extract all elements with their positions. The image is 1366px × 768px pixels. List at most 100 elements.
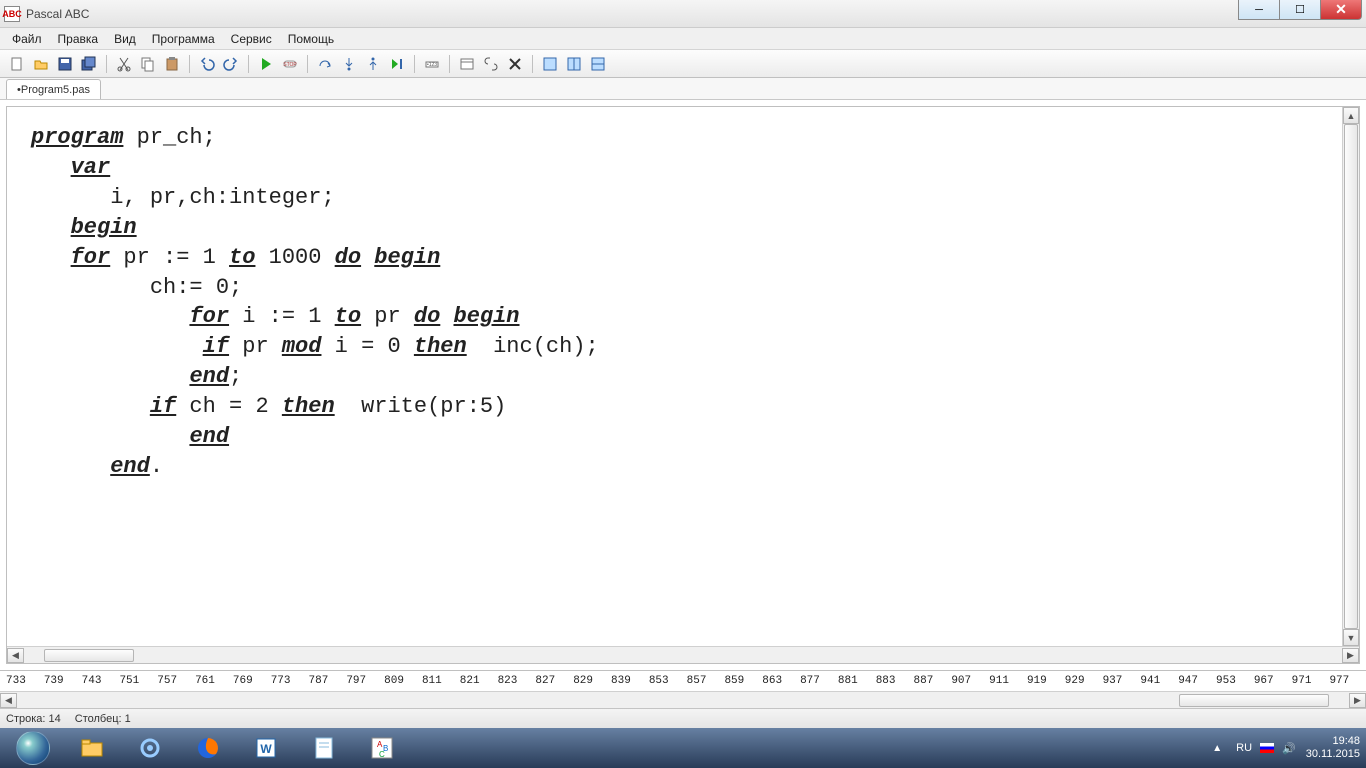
output-value: 853: [649, 675, 669, 687]
output-value: 883: [876, 675, 896, 687]
cut-icon: [116, 56, 132, 72]
output-value: 967: [1254, 675, 1274, 687]
tray-clock[interactable]: 19:48 30.11.2015: [1306, 735, 1360, 761]
undo-icon: [199, 56, 215, 72]
cut-button[interactable]: [113, 53, 135, 75]
clear-icon: [507, 56, 523, 72]
scroll-thumb[interactable]: [44, 649, 134, 662]
output-value: 839: [611, 675, 631, 687]
scroll-thumb[interactable]: [1344, 124, 1358, 629]
clear-button[interactable]: [504, 53, 526, 75]
step-out-button[interactable]: [362, 53, 384, 75]
stop-button[interactable]: STOP: [279, 53, 301, 75]
notepad-icon: [311, 735, 337, 761]
chain-icon: [483, 56, 499, 72]
new-icon: [9, 56, 25, 72]
taskbar-item-word[interactable]: W: [238, 730, 294, 766]
new-button[interactable]: [6, 53, 28, 75]
win1-icon: [542, 56, 558, 72]
tray-time: 19:48: [1306, 735, 1360, 748]
output-value: 947: [1178, 675, 1198, 687]
tray-date: 30.11.2015: [1306, 748, 1360, 761]
taskbar-item-notepad[interactable]: [296, 730, 352, 766]
output-value: 971: [1292, 675, 1312, 687]
tray-expand-icon[interactable]: ▲: [1208, 739, 1226, 757]
output-horizontal-scrollbar[interactable]: ◀ ▶: [0, 691, 1366, 708]
output-value: 739: [44, 675, 64, 687]
scroll-up-arrow[interactable]: ▲: [1343, 107, 1359, 124]
open-button[interactable]: [30, 53, 52, 75]
window-minimize-button[interactable]: ─: [1238, 0, 1280, 20]
step-out-icon: [365, 56, 381, 72]
menu-item-программа[interactable]: Программа: [144, 30, 223, 48]
paste-icon: [164, 56, 180, 72]
output-value: 823: [498, 675, 518, 687]
scroll-left-arrow[interactable]: ◀: [0, 693, 17, 708]
scroll-right-arrow[interactable]: ▶: [1342, 648, 1359, 663]
output-value: 773: [271, 675, 291, 687]
menu-item-файл[interactable]: Файл: [4, 30, 50, 48]
svg-text:•123: •123: [427, 62, 437, 68]
paste-button[interactable]: [161, 53, 183, 75]
window-title: Pascal ABC: [26, 7, 89, 21]
watch-button[interactable]: •123: [421, 53, 443, 75]
menu-item-сервис[interactable]: Сервис: [223, 30, 280, 48]
code-editor[interactable]: program pr_ch; var i, pr,ch:integer; beg…: [7, 107, 1359, 646]
run-to-button[interactable]: [386, 53, 408, 75]
window-maximize-button[interactable]: ☐: [1279, 0, 1321, 20]
tray-flag-icon[interactable]: [1260, 743, 1274, 753]
scroll-down-arrow[interactable]: ▼: [1343, 629, 1359, 646]
word-icon: W: [253, 735, 279, 761]
scroll-left-arrow[interactable]: ◀: [7, 648, 24, 663]
file-tab[interactable]: •Program5.pas: [6, 79, 101, 99]
menu-item-вид[interactable]: Вид: [106, 30, 144, 48]
firefox-icon: [195, 735, 221, 761]
save-all-button[interactable]: [78, 53, 100, 75]
breakpoints-icon: [459, 56, 475, 72]
copy-button[interactable]: [137, 53, 159, 75]
chain-button[interactable]: [480, 53, 502, 75]
menu-item-помощь[interactable]: Помощь: [280, 30, 342, 48]
window-close-button[interactable]: ✕: [1320, 0, 1362, 20]
step-over-icon: [317, 56, 333, 72]
scroll-right-arrow[interactable]: ▶: [1349, 693, 1366, 708]
taskbar-item-firefox[interactable]: [180, 730, 236, 766]
output-value: 769: [233, 675, 253, 687]
watch-icon: •123: [424, 56, 440, 72]
undo-button[interactable]: [196, 53, 218, 75]
toolbar-separator: [248, 55, 249, 73]
output-value: 919: [1027, 675, 1047, 687]
save-button[interactable]: [54, 53, 76, 75]
menu-item-правка[interactable]: Правка: [50, 30, 107, 48]
redo-button[interactable]: [220, 53, 242, 75]
status-column: Столбец: 1: [75, 713, 131, 725]
step-into-button[interactable]: [338, 53, 360, 75]
output-value: 827: [535, 675, 555, 687]
step-over-button[interactable]: [314, 53, 336, 75]
tab-bar: •Program5.pas: [0, 78, 1366, 100]
win1-button[interactable]: [539, 53, 561, 75]
editor-area: program pr_ch; var i, pr,ch:integer; beg…: [0, 100, 1366, 670]
tray-volume-icon[interactable]: 🔊: [1282, 742, 1296, 755]
win3-icon: [590, 56, 606, 72]
output-value: 907: [951, 675, 971, 687]
win2-button[interactable]: [563, 53, 585, 75]
step-into-icon: [341, 56, 357, 72]
editor-horizontal-scrollbar[interactable]: ◀ ▶: [7, 646, 1359, 663]
start-button[interactable]: [6, 729, 60, 767]
tray-lang-indicator[interactable]: RU: [1236, 742, 1252, 754]
output-value: 757: [157, 675, 177, 687]
scroll-thumb[interactable]: [1179, 694, 1329, 707]
output-text[interactable]: 7337397437517577617697737877978098118218…: [0, 671, 1366, 691]
win3-button[interactable]: [587, 53, 609, 75]
output-value: 977: [1329, 675, 1349, 687]
editor-vertical-scrollbar[interactable]: ▲ ▼: [1342, 107, 1359, 646]
toolbar: STOP •123: [0, 50, 1366, 78]
run-button[interactable]: [255, 53, 277, 75]
save-all-icon: [81, 56, 97, 72]
breakpoints-button[interactable]: [456, 53, 478, 75]
taskbar-item-pascal-abc[interactable]: ABC: [354, 730, 410, 766]
taskbar-item-cog[interactable]: [122, 730, 178, 766]
output-value: 787: [309, 675, 329, 687]
taskbar-item-explorer[interactable]: [64, 730, 120, 766]
